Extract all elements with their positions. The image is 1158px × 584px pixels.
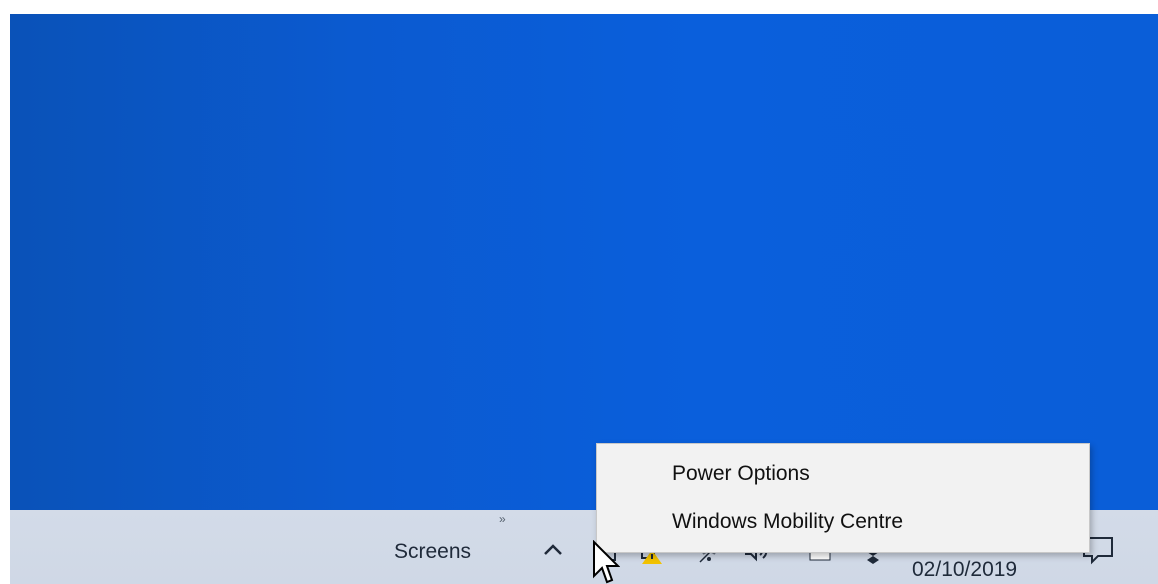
menu-item-windows-mobility-centre[interactable]: Windows Mobility Centre	[597, 500, 1089, 544]
screen: » Screens 02/10/2019 Power Options Windo…	[0, 0, 1158, 584]
menu-item-label: Windows Mobility Centre	[672, 510, 904, 533]
menu-item-power-options[interactable]: Power Options	[597, 452, 1089, 496]
chevron-up-icon[interactable]	[538, 534, 568, 564]
desktop-background[interactable]	[10, 14, 1158, 510]
mouse-pointer-icon	[593, 540, 620, 584]
menu-item-label: Power Options	[672, 462, 810, 485]
tray-context-menu: Power Options Windows Mobility Centre	[596, 443, 1090, 553]
clock-date[interactable]: 02/10/2019	[912, 558, 1017, 582]
screens-toolbar-label[interactable]: Screens	[394, 540, 471, 564]
toolbar-overflow-icon[interactable]: »	[499, 512, 506, 526]
